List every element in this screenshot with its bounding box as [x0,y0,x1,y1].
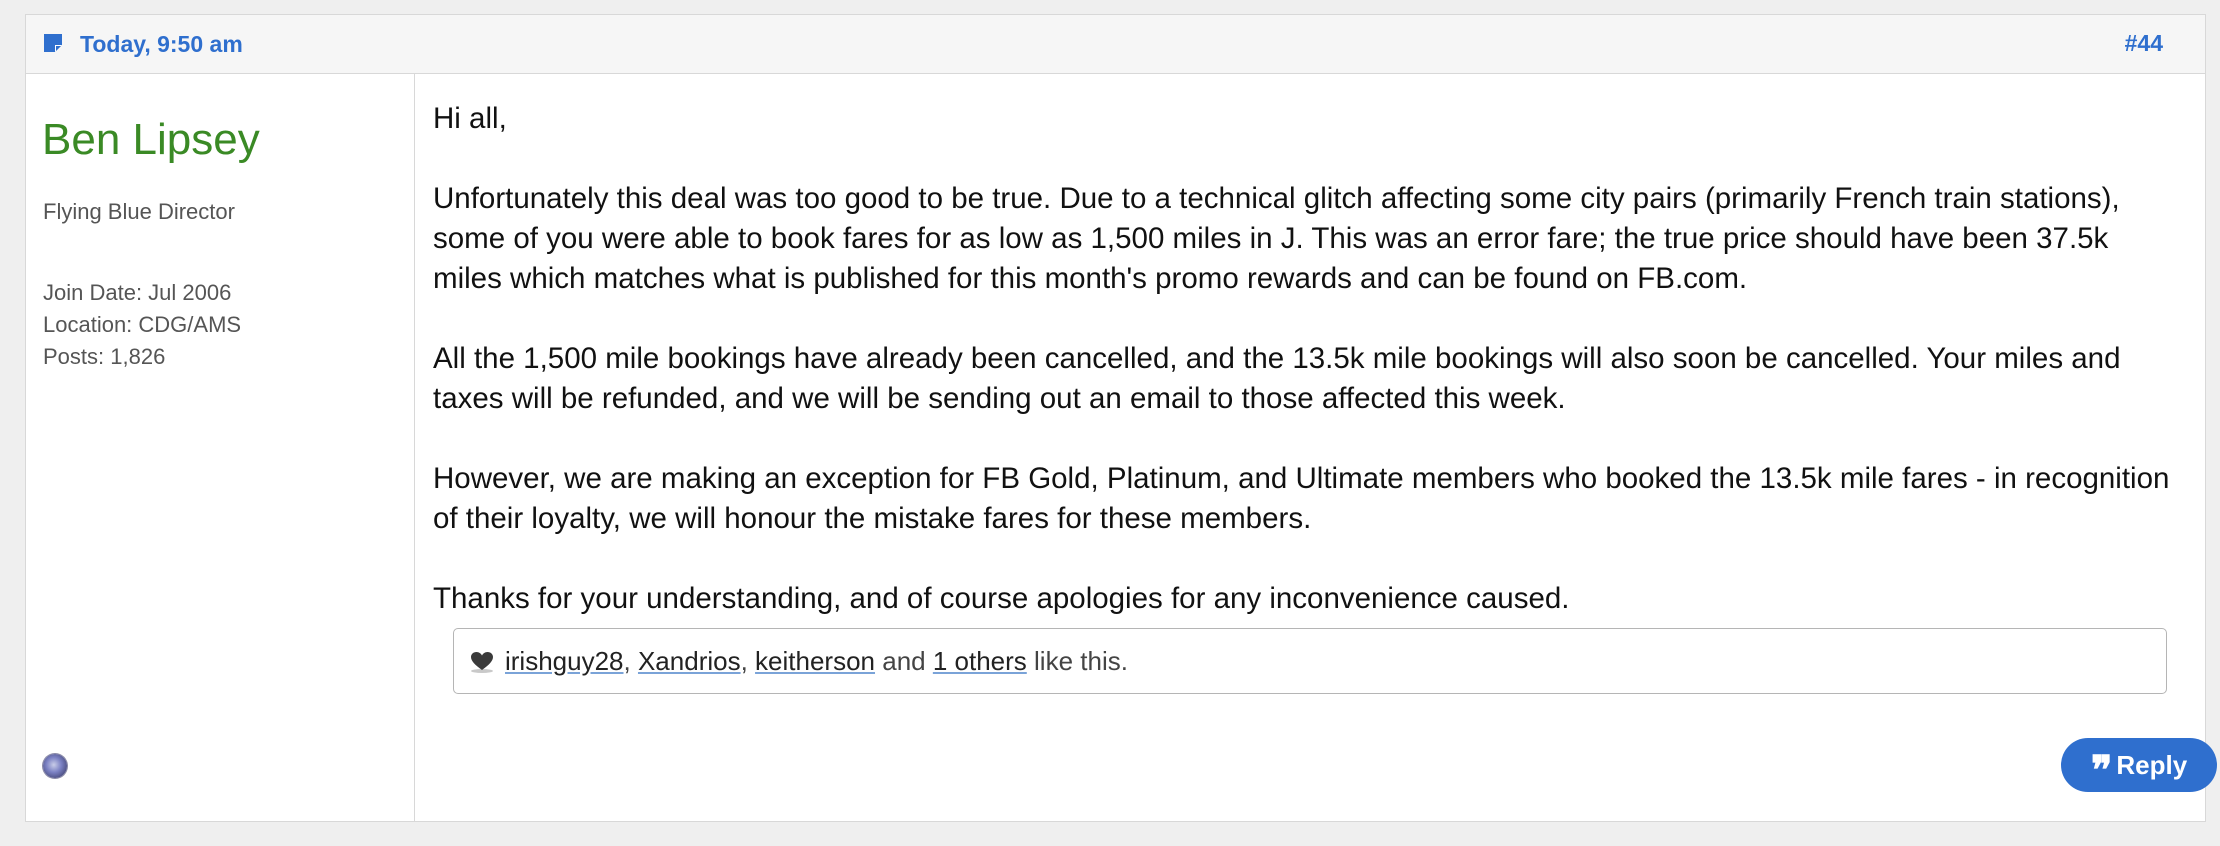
like-user-link[interactable]: Xandrios [638,646,741,676]
online-status-icon [43,754,67,778]
message-paragraph: Unfortunately this deal was too good to … [433,182,2120,295]
reply-button[interactable]: ❞ Reply [2061,738,2217,792]
likes-box: irishguy28, Xandrios, keitherson and 1 o… [453,628,2167,694]
quote-icon: ❞ [2090,747,2113,794]
like-separator: , [740,646,756,676]
forum-post: Today, 9:50 am #44 Ben Lipsey Flying Blu… [25,14,2217,822]
message-paragraph: However, we are making an exception for … [433,462,2170,535]
like-user-link[interactable]: keitherson [755,646,875,676]
post-number-link[interactable]: #44 [2125,30,2163,56]
user-title: Flying Blue Director [43,199,235,224]
post-message: Hi all, Unfortunately this deal was too … [433,73,2185,659]
post-count: Posts: 1,826 [43,344,166,369]
username-link[interactable]: Ben Lipsey [42,115,260,165]
heart-icon [471,652,493,673]
post-icon [44,34,62,52]
reply-label: Reply [2116,750,2188,780]
likes-suffix: like this. [1026,646,1128,676]
message-paragraph: Thanks for your understanding, and of co… [433,582,1570,615]
user-info-panel: Ben Lipsey Flying Blue Director Join Dat… [26,73,415,821]
message-paragraph: All the 1,500 mile bookings have already… [433,342,2121,415]
post-date: Today, 9:50 am [80,31,243,57]
location: Location: CDG/AMS [43,312,242,337]
likes-and-text: and [875,646,933,676]
like-user-link[interactable]: irishguy28 [505,646,624,676]
post-header: Today, 9:50 am #44 [26,15,2205,74]
likes-others-link[interactable]: 1 others [933,646,1027,676]
message-paragraph: Hi all, [433,102,507,135]
like-separator: , [623,646,638,676]
user-stats: Join Date: Jul 2006 Location: CDG/AMS Po… [43,277,241,373]
join-date: Join Date: Jul 2006 [43,280,232,305]
